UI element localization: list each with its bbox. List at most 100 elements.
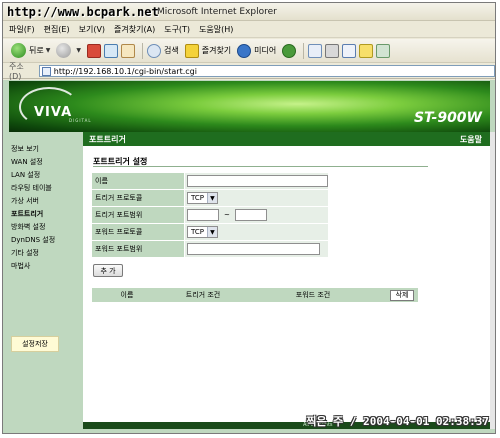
trigger-port-start-input[interactable]	[187, 209, 219, 221]
main-content: 포트트리거 설정 이름 트리거 프로토콜 TCP ▼ 트리거 포트범위 ~ 포워…	[83, 146, 490, 422]
address-input[interactable]: http://192.168.10.1/cgi-bin/start.cgi	[38, 65, 495, 77]
sidebar-item-wizard[interactable]: 마법사	[11, 261, 30, 271]
range-separator: ~	[224, 211, 230, 219]
menu-favorites[interactable]: 즐겨찾기(A)	[114, 24, 155, 35]
media-icon	[237, 43, 252, 58]
scroll-area	[490, 132, 495, 429]
menu-help[interactable]: 도움말(H)	[199, 24, 233, 35]
sidebar-item-status[interactable]: 정보 보기	[11, 144, 39, 154]
forward-port-range-input[interactable]	[187, 243, 320, 255]
trigger-protocol-label: 트리거 프로토콜	[92, 190, 184, 206]
sidebar-item-port-trigger[interactable]: 포트트리거	[11, 209, 43, 219]
back-label: 뒤로	[29, 46, 44, 55]
name-input[interactable]	[187, 175, 328, 187]
sidebar-item-misc[interactable]: 기타 설정	[11, 248, 39, 258]
edit-icon[interactable]	[342, 43, 357, 58]
star-icon	[184, 43, 199, 58]
brand-logo: VIVA	[34, 105, 73, 120]
browser-window: http://www.bcpark.net Microsoft Internet…	[2, 2, 496, 434]
media-button[interactable]: 미디어	[237, 43, 277, 58]
column-forward: 포워드 조건	[295, 291, 331, 299]
forward-protocol-select[interactable]: TCP ▼	[187, 226, 218, 238]
column-trigger: 트리거 조건	[185, 291, 221, 299]
column-name: 이름	[120, 291, 134, 299]
form-row-trigger-protocol: 트리거 프로토콜 TCP ▼	[92, 190, 328, 206]
sidebar-item-firewall[interactable]: 방화벽 설정	[11, 222, 45, 232]
menu-view[interactable]: 보기(V)	[79, 24, 105, 35]
address-bar: 주소(D) http://192.168.10.1/cgi-bin/start.…	[3, 62, 495, 81]
trigger-protocol-select[interactable]: TCP ▼	[187, 192, 218, 204]
refresh-icon[interactable]	[103, 43, 118, 58]
messenger-icon[interactable]	[376, 43, 391, 58]
brand-banner: VIVA DIGITAL ST-900W	[9, 81, 490, 132]
search-button[interactable]: 검색	[146, 43, 179, 58]
forward-button[interactable]: ▼	[56, 43, 81, 58]
brand-logo-sub: DIGITAL	[69, 118, 92, 123]
forward-protocol-value: TCP	[191, 228, 204, 236]
stop-icon[interactable]	[86, 43, 101, 58]
trigger-protocol-cell: TCP ▼	[185, 190, 328, 206]
name-cell	[185, 173, 328, 189]
watermark-text: http://www.bcpark.net	[7, 5, 159, 19]
forward-arrow-icon	[56, 43, 72, 58]
save-settings-button[interactable]: 설정저장	[11, 336, 59, 352]
history-icon[interactable]	[282, 43, 297, 58]
trigger-protocol-value: TCP	[191, 194, 204, 202]
discuss-icon[interactable]	[359, 43, 374, 58]
toolbar-separator	[303, 42, 305, 59]
forward-protocol-cell: TCP ▼	[185, 224, 328, 240]
rules-table-header: 이름 트리거 조건 포워드 조건 삭제	[92, 288, 418, 302]
mail-icon[interactable]	[308, 43, 323, 58]
help-link[interactable]: 도움말	[460, 134, 482, 145]
favorites-button[interactable]: 즐겨찾기	[184, 43, 232, 58]
sidebar: 정보 보기 WAN 설정 LAN 설정 라우팅 테이블 가상 서버 포트트리거 …	[9, 132, 83, 422]
chevron-down-icon: ▼	[206, 193, 217, 203]
back-arrow-icon	[11, 43, 26, 58]
chevron-down-icon: ▼	[76, 47, 81, 54]
trigger-range-cell: ~	[185, 207, 328, 223]
forward-range-label: 포워드 포트범위	[92, 241, 184, 257]
chevron-down-icon: ▼	[206, 227, 217, 237]
address-url: http://192.168.10.1/cgi-bin/start.cgi	[53, 66, 197, 76]
section-divider	[93, 166, 428, 167]
page-content: VIVA DIGITAL ST-900W 포트트리거 도움말 정보 보기 WAN…	[3, 80, 495, 433]
page-icon	[41, 66, 51, 76]
sidebar-item-wan[interactable]: WAN 설정	[11, 157, 43, 167]
capture-timestamp: 찍은 주 / 2004-04-01 02:38:37	[306, 415, 489, 428]
form-row-name: 이름	[92, 173, 328, 189]
window-title: Microsoft Internet Explorer	[157, 7, 277, 17]
name-label: 이름	[92, 173, 184, 189]
media-label: 미디어	[254, 46, 277, 55]
home-icon[interactable]	[120, 43, 135, 58]
toolbar-separator	[141, 42, 143, 59]
sidebar-item-routing[interactable]: 라우팅 테이블	[11, 183, 52, 193]
toolbar: 뒤로 ▼ ▼ 검색 즐겨찾기 미디어	[3, 39, 495, 63]
address-label: 주소(D)	[9, 62, 24, 81]
sidebar-item-lan[interactable]: LAN 설정	[11, 170, 40, 180]
menu-edit[interactable]: 편집(E)	[44, 24, 70, 35]
favorites-label: 즐겨찾기	[201, 46, 232, 55]
sidebar-item-dyndns[interactable]: DynDNS 설정	[11, 235, 55, 245]
menu-bar: 파일(F) 편집(E) 보기(V) 즐겨찾기(A) 도구(T) 도움말(H)	[3, 22, 495, 38]
trigger-port-end-input[interactable]	[234, 209, 267, 221]
title-bar: http://www.bcpark.net Microsoft Internet…	[3, 3, 495, 21]
add-button[interactable]: 추 가	[93, 264, 123, 277]
trigger-range-label: 트리거 포트범위	[92, 207, 184, 223]
forward-range-cell	[185, 241, 328, 257]
menu-tools[interactable]: 도구(T)	[164, 24, 190, 35]
sidebar-item-virtual-server[interactable]: 가상 서버	[11, 196, 39, 206]
form-row-trigger-range: 트리거 포트범위 ~	[92, 207, 328, 223]
menu-file[interactable]: 파일(F)	[9, 24, 35, 35]
back-button[interactable]: 뒤로 ▼	[11, 43, 50, 58]
form-row-forward-protocol: 포워드 프로토콜 TCP ▼	[92, 224, 328, 240]
delete-button[interactable]: 삭제	[390, 289, 414, 301]
forward-protocol-label: 포워드 프로토콜	[92, 224, 184, 240]
search-icon	[146, 43, 161, 58]
form-row-forward-range: 포워드 포트범위	[92, 241, 328, 257]
model-name: ST-900W	[413, 110, 482, 126]
print-icon[interactable]	[325, 43, 340, 58]
trigger-form: 이름 트리거 프로토콜 TCP ▼ 트리거 포트범위 ~ 포워드 프로토콜 TC…	[91, 172, 329, 258]
page-title: 포트트리거	[89, 134, 126, 144]
chevron-down-icon: ▼	[45, 47, 51, 54]
search-label: 검색	[163, 46, 179, 55]
